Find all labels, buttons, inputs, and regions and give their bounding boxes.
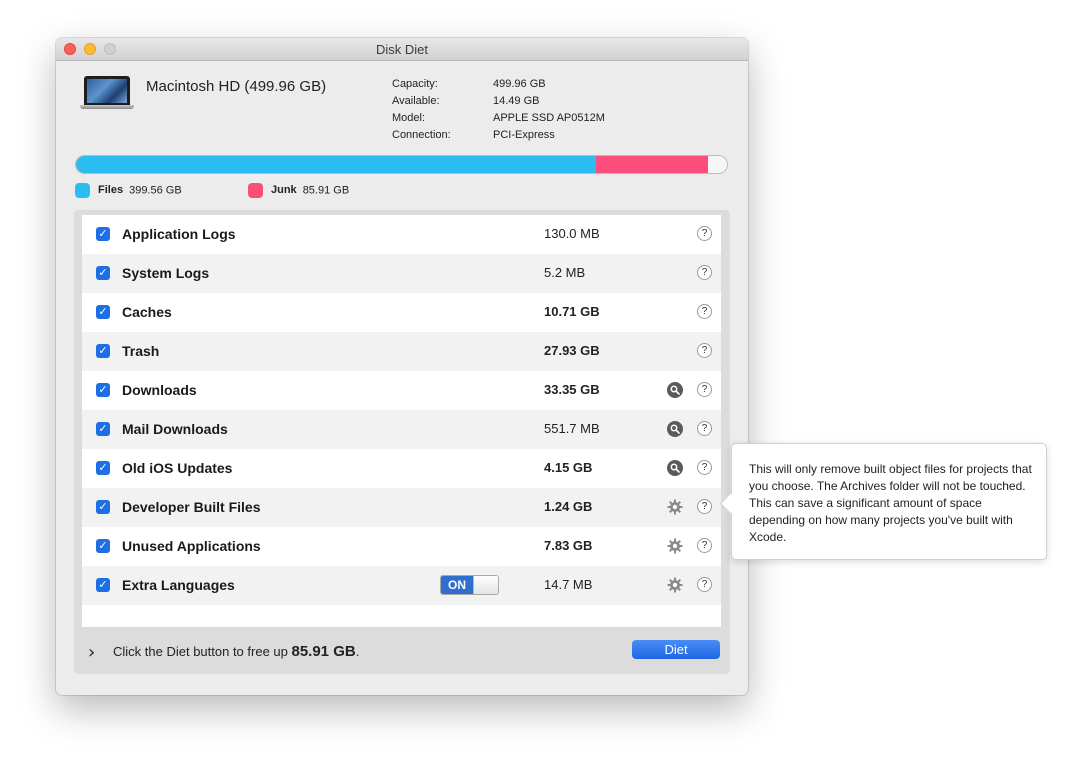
item-size: 10.71 GB: [544, 304, 600, 319]
item-size: 130.0 MB: [544, 226, 600, 241]
item-size: 27.93 GB: [544, 343, 600, 358]
disk-diet-window: Disk Diet Macintosh HD (499.96 GB) Capac…: [56, 38, 748, 695]
legend-junk-value: 85.91 GB: [302, 184, 350, 197]
help-icon[interactable]: ?: [697, 304, 712, 319]
help-icon[interactable]: ?: [697, 265, 712, 280]
item-size: 5.2 MB: [544, 265, 586, 280]
info-label-capacity: Capacity:: [392, 78, 438, 90]
list-item-mail-downloads[interactable]: ✓ Mail Downloads 551.7 MB?: [82, 410, 721, 449]
item-label: Trash: [122, 343, 160, 359]
help-icon[interactable]: ?: [697, 421, 712, 436]
info-label-connection: Connection:: [392, 129, 451, 141]
junk-color-swatch: [248, 183, 263, 198]
disk-name: Macintosh HD (499.96 GB): [146, 78, 327, 95]
checkbox-caches[interactable]: ✓: [96, 305, 110, 319]
footer-text-before: Click the Diet button to free up: [113, 644, 292, 659]
help-icon[interactable]: ?: [697, 538, 712, 553]
search-icon[interactable]: [667, 421, 683, 437]
info-value-capacity: 499.96 GB: [493, 78, 546, 90]
list-item-downloads[interactable]: ✓ Downloads 33.35 GB?: [82, 371, 721, 410]
info-value-model: APPLE SSD AP0512M: [493, 112, 605, 124]
list-item-application-logs[interactable]: ✓ Application Logs 130.0 MB?: [82, 215, 721, 254]
item-label: Extra Languages: [122, 577, 235, 593]
files-color-swatch: [75, 183, 90, 198]
item-size: 551.7 MB: [544, 421, 600, 436]
help-icon[interactable]: ?: [697, 382, 712, 397]
info-value-connection: PCI-Express: [493, 129, 555, 141]
legend-junk-label: Junk: [271, 184, 297, 197]
item-label: Downloads: [122, 382, 197, 398]
laptop-icon: [80, 76, 134, 110]
disk-usage-bar: [75, 155, 728, 174]
cleanup-panel: ✓ Application Logs 130.0 MB? ✓ System Logs 5.…: [74, 210, 730, 674]
disclosure-chevron-icon[interactable]: ›: [88, 642, 95, 663]
checkbox-developer-built-files[interactable]: ✓: [96, 500, 110, 514]
item-label: Unused Applications: [122, 538, 261, 554]
gear-icon[interactable]: [667, 499, 683, 515]
toggle-on-label: ON: [441, 576, 473, 594]
help-icon[interactable]: ?: [697, 226, 712, 241]
checkbox-old-ios-updates[interactable]: ✓: [96, 461, 110, 475]
checkbox-system-logs[interactable]: ✓: [96, 266, 110, 280]
item-label: System Logs: [122, 265, 210, 281]
checkbox-application-logs[interactable]: ✓: [96, 227, 110, 241]
help-tooltip: This will only remove built object files…: [719, 443, 1047, 560]
footer-text-after: .: [355, 644, 360, 659]
legend-junk: Junk 85.91 GB: [248, 183, 349, 198]
checkbox-mail-downloads[interactable]: ✓: [96, 422, 110, 436]
footer-message: Click the Diet button to free up 85.91 G…: [113, 643, 359, 660]
info-label-available: Available:: [392, 95, 440, 107]
item-label: Old iOS Updates: [122, 460, 233, 476]
list-item-old-ios-updates[interactable]: ✓ Old iOS Updates 4.15 GB?: [82, 449, 721, 488]
item-label: Application Logs: [122, 226, 236, 242]
search-icon[interactable]: [667, 382, 683, 398]
item-size: 7.83 GB: [544, 538, 593, 553]
list-item-trash[interactable]: ✓ Trash 27.93 GB?: [82, 332, 721, 371]
on-off-toggle[interactable]: ON: [440, 575, 499, 595]
title-bar: Disk Diet: [56, 38, 748, 61]
help-icon[interactable]: ?: [697, 577, 712, 592]
help-icon[interactable]: ?: [697, 460, 712, 475]
gear-icon[interactable]: [667, 577, 683, 593]
item-size: 4.15 GB: [544, 460, 593, 475]
info-label-model: Model:: [392, 112, 426, 124]
usage-bar-junk-segment: [596, 156, 709, 173]
disk-info-values: 499.96 GB 14.49 GB APPLE SSD AP0512M PCI…: [493, 76, 605, 144]
help-icon[interactable]: ?: [697, 499, 712, 514]
help-icon[interactable]: ?: [697, 343, 712, 358]
cleanup-item-list[interactable]: ✓ Application Logs 130.0 MB? ✓ System Logs 5.…: [82, 215, 721, 627]
legend-files-label: Files: [98, 184, 124, 197]
tooltip-text: This will only remove built object files…: [749, 462, 1032, 544]
legend-files: Files 399.56 GB: [75, 183, 182, 198]
checkbox-trash[interactable]: ✓: [96, 344, 110, 358]
legend-files-value: 399.56 GB: [129, 184, 182, 197]
gear-icon[interactable]: [667, 538, 683, 554]
checkbox-unused-applications[interactable]: ✓: [96, 539, 110, 553]
list-item-developer-built-files[interactable]: ✓ Developer Built Files 1.24 GB?: [82, 488, 721, 527]
search-icon[interactable]: [667, 460, 683, 476]
diet-button[interactable]: Diet: [632, 640, 720, 659]
list-item-caches[interactable]: ✓ Caches 10.71 GB?: [82, 293, 721, 332]
item-size: 1.24 GB: [544, 499, 593, 514]
usage-bar-files-segment: [76, 156, 597, 173]
footer-bar: › Click the Diet button to free up 85.91…: [74, 637, 730, 674]
footer-free-amount: 85.91 GB: [291, 643, 356, 660]
toggle-knob[interactable]: [473, 576, 498, 594]
disk-info-labels: Capacity: Available: Model: Connection:: [392, 76, 451, 144]
list-item-unused-applications[interactable]: ✓ Unused Applications 7.83 GB?: [82, 527, 721, 566]
info-value-available: 14.49 GB: [493, 95, 540, 107]
item-label: Mail Downloads: [122, 421, 228, 437]
checkbox-extra-languages[interactable]: ✓: [96, 578, 110, 592]
item-size: 14.7 MB: [544, 577, 593, 592]
checkbox-downloads[interactable]: ✓: [96, 383, 110, 397]
item-label: Developer Built Files: [122, 499, 261, 515]
item-size: 33.35 GB: [544, 382, 600, 397]
list-item-system-logs[interactable]: ✓ System Logs 5.2 MB?: [82, 254, 721, 293]
item-label: Caches: [122, 304, 172, 320]
list-item-extra-languages[interactable]: ✓ Extra Languages ON 14.7 MB?: [82, 566, 721, 605]
window-title: Disk Diet: [375, 42, 428, 57]
